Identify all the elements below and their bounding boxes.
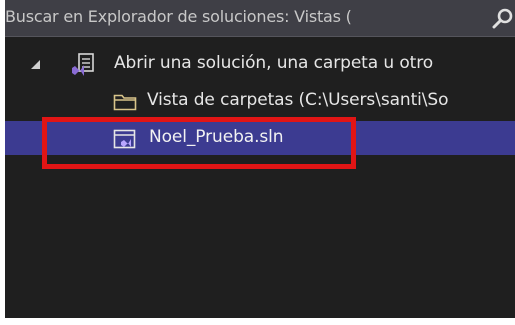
- solution-explorer-panel: Buscar en Explorador de soluciones: Vist…: [5, 0, 515, 318]
- tree-item-folder-view[interactable]: Vista de carpetas (C:\Users\santi\So: [5, 84, 515, 118]
- visual-studio-icon: [72, 53, 94, 76]
- tree-item-root[interactable]: Abrir una solución, una carpeta u otro: [5, 47, 515, 81]
- collapse-triangle-icon[interactable]: [31, 60, 41, 70]
- solution-explorer-search-bar[interactable]: Buscar en Explorador de soluciones: Vist…: [5, 0, 515, 37]
- search-icon[interactable]: [492, 7, 514, 29]
- bottom-edge: [0, 318, 515, 325]
- folder-icon: [113, 94, 137, 111]
- search-input[interactable]: Buscar en Explorador de soluciones: Vist…: [5, 7, 352, 26]
- tree-item-folder-view-label: Vista de carpetas (C:\Users\santi\So: [147, 90, 449, 110]
- red-annotation-box: [42, 117, 356, 169]
- tree-item-root-label: Abrir una solución, una carpeta u otro: [114, 53, 434, 73]
